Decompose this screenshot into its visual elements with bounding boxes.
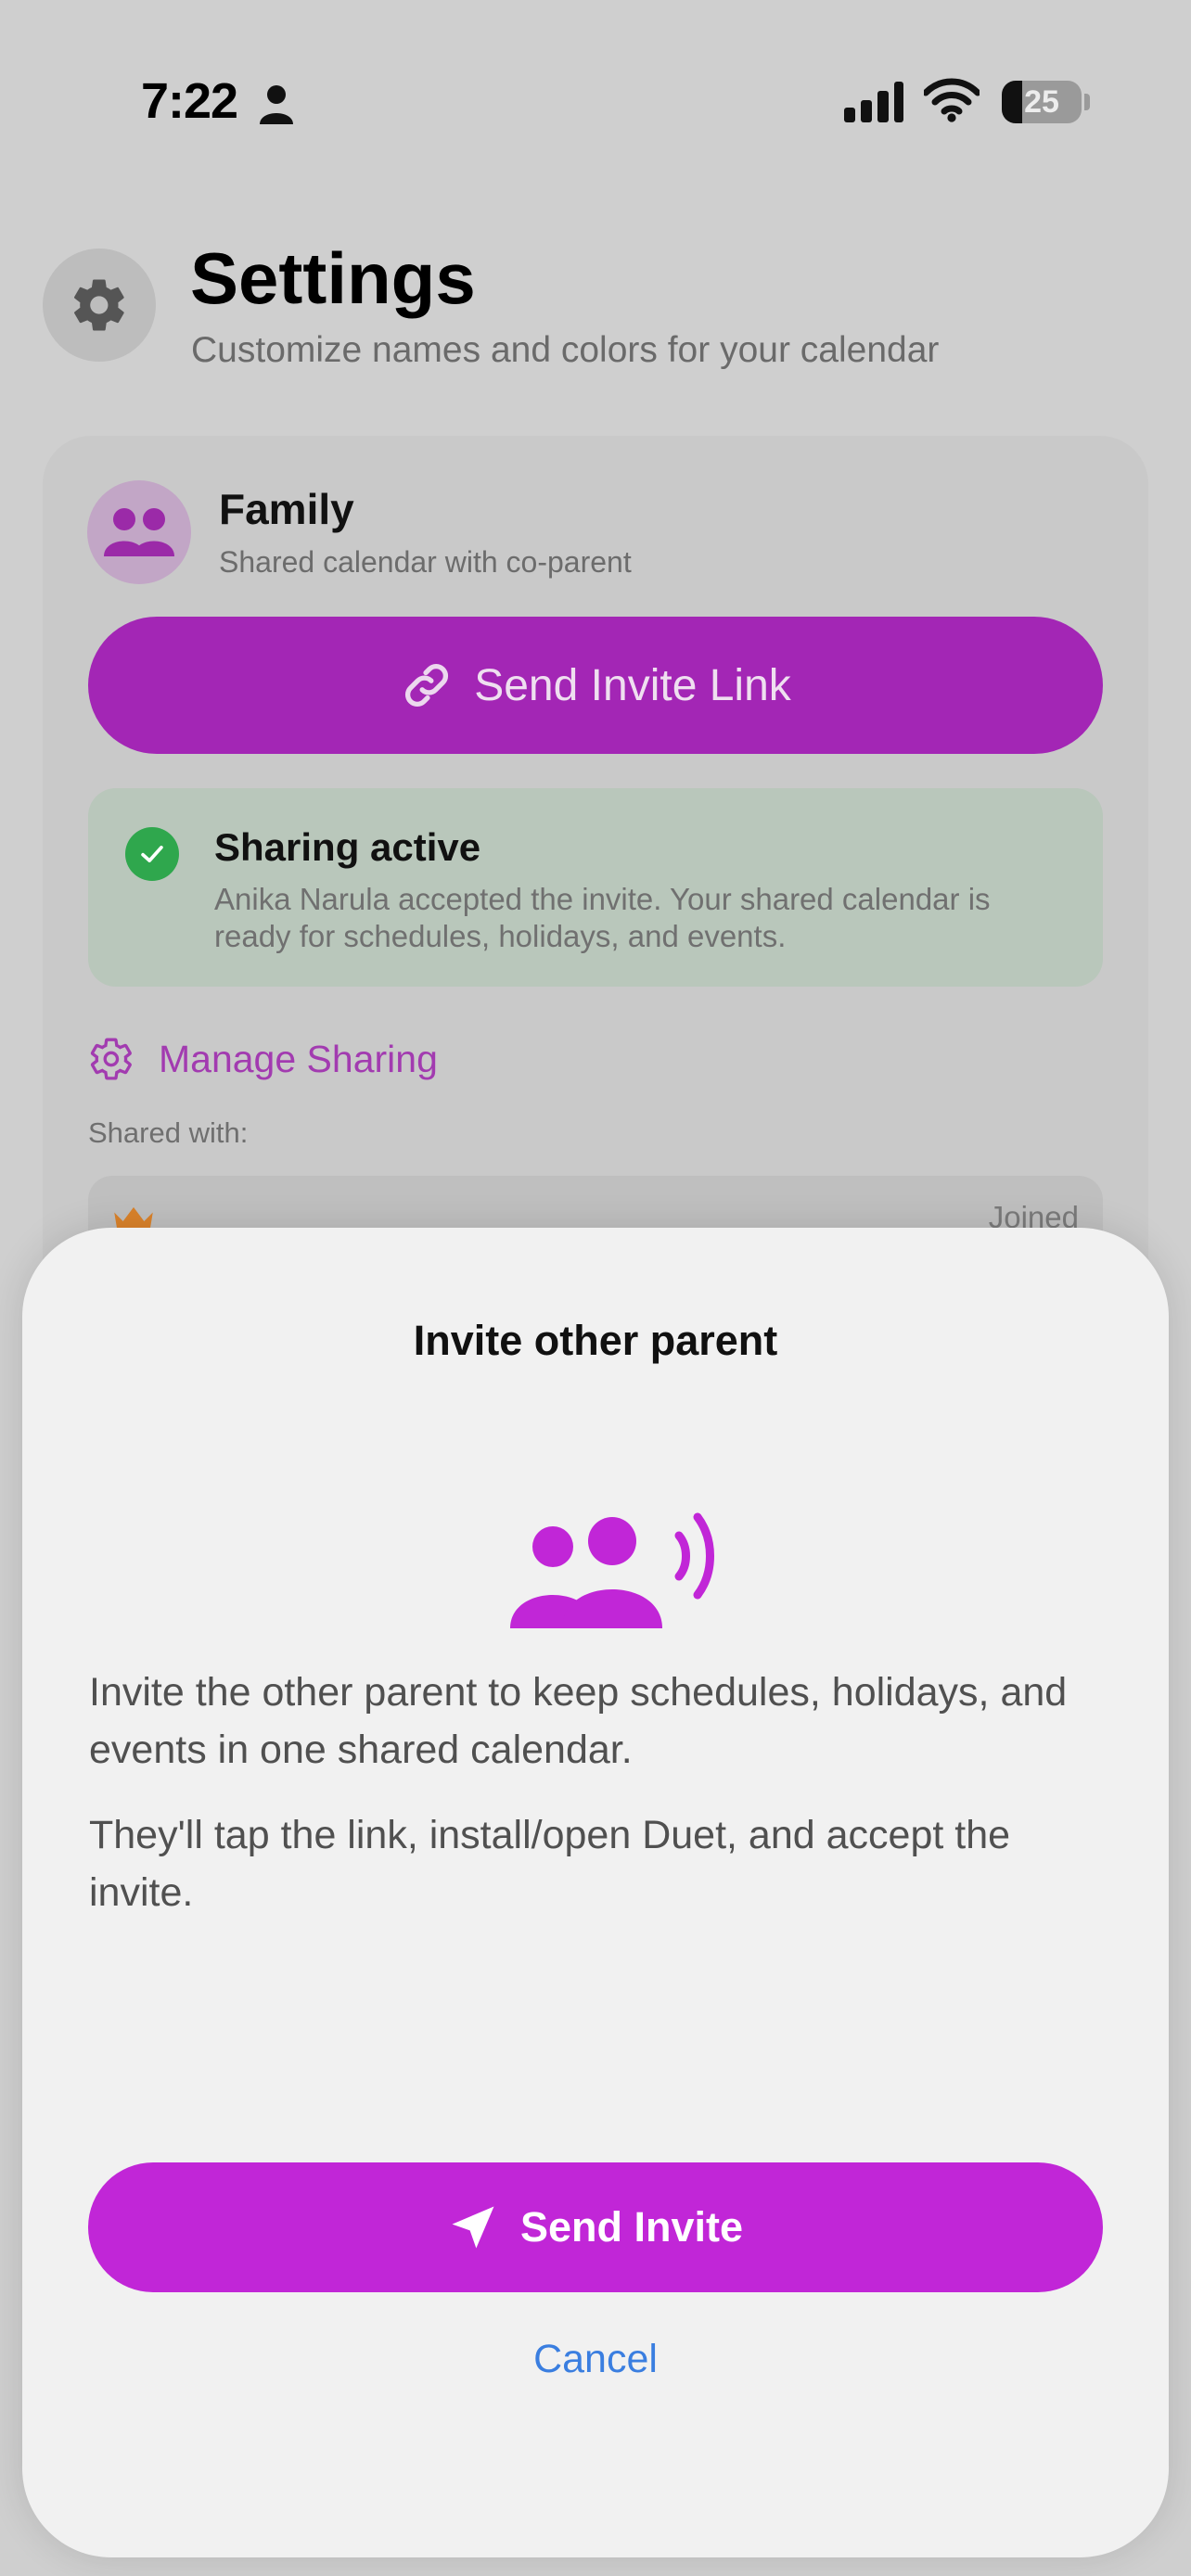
sharing-status-box: Sharing active Anika Narula accepted the… bbox=[88, 788, 1103, 987]
sharing-status-message: Anika Narula accepted the invite. Your s… bbox=[214, 882, 991, 953]
family-name: Family bbox=[219, 485, 354, 533]
wifi-icon bbox=[924, 78, 980, 122]
sheet-description: Invite the other parent to keep schedule… bbox=[89, 1670, 1068, 1772]
manage-sharing-link[interactable]: Manage Sharing bbox=[88, 1031, 438, 1087]
battery-level: 25 bbox=[1024, 84, 1059, 120]
send-invite-label: Send Invite bbox=[519, 2203, 744, 2251]
paper-plane-icon bbox=[452, 2206, 494, 2249]
invite-sheet: Invite other parent Invite the other par… bbox=[22, 1228, 1169, 2557]
manage-sharing-label: Manage Sharing bbox=[159, 1037, 438, 1080]
link-icon bbox=[405, 663, 449, 708]
gear-icon bbox=[74, 279, 124, 331]
status-bar: 7:22 25 bbox=[0, 0, 1191, 185]
sharing-status-title: Sharing active bbox=[214, 825, 481, 869]
shared-with-label: Shared with: bbox=[88, 1116, 249, 1149]
send-invite-link-label: Send Invite Link bbox=[474, 660, 791, 710]
check-circle-icon bbox=[125, 827, 179, 881]
page-title: Settings bbox=[190, 237, 476, 319]
person-icon bbox=[260, 85, 293, 124]
invite-people-broadcast-icon bbox=[510, 1512, 714, 1628]
family-avatar bbox=[87, 480, 191, 584]
people-icon bbox=[104, 508, 174, 556]
sheet-instructions: They'll tap the link, install/open Duet,… bbox=[89, 1813, 1011, 1915]
status-time: 7:22 bbox=[141, 73, 238, 129]
page-subtitle: Customize names and colors for your cale… bbox=[191, 330, 940, 370]
settings-gear-badge bbox=[43, 249, 156, 362]
family-description: Shared calendar with co-parent bbox=[219, 545, 632, 579]
send-invite-button[interactable]: Send Invite bbox=[88, 2162, 1103, 2292]
gear-outline-icon bbox=[90, 1038, 132, 1080]
battery-indicator: 25 bbox=[1002, 81, 1091, 125]
cancel-button[interactable]: Cancel bbox=[456, 2322, 735, 2396]
sheet-title: Invite other parent bbox=[413, 1317, 778, 1364]
send-invite-link-button[interactable]: Send Invite Link bbox=[88, 617, 1103, 754]
signal-icon bbox=[844, 82, 903, 122]
